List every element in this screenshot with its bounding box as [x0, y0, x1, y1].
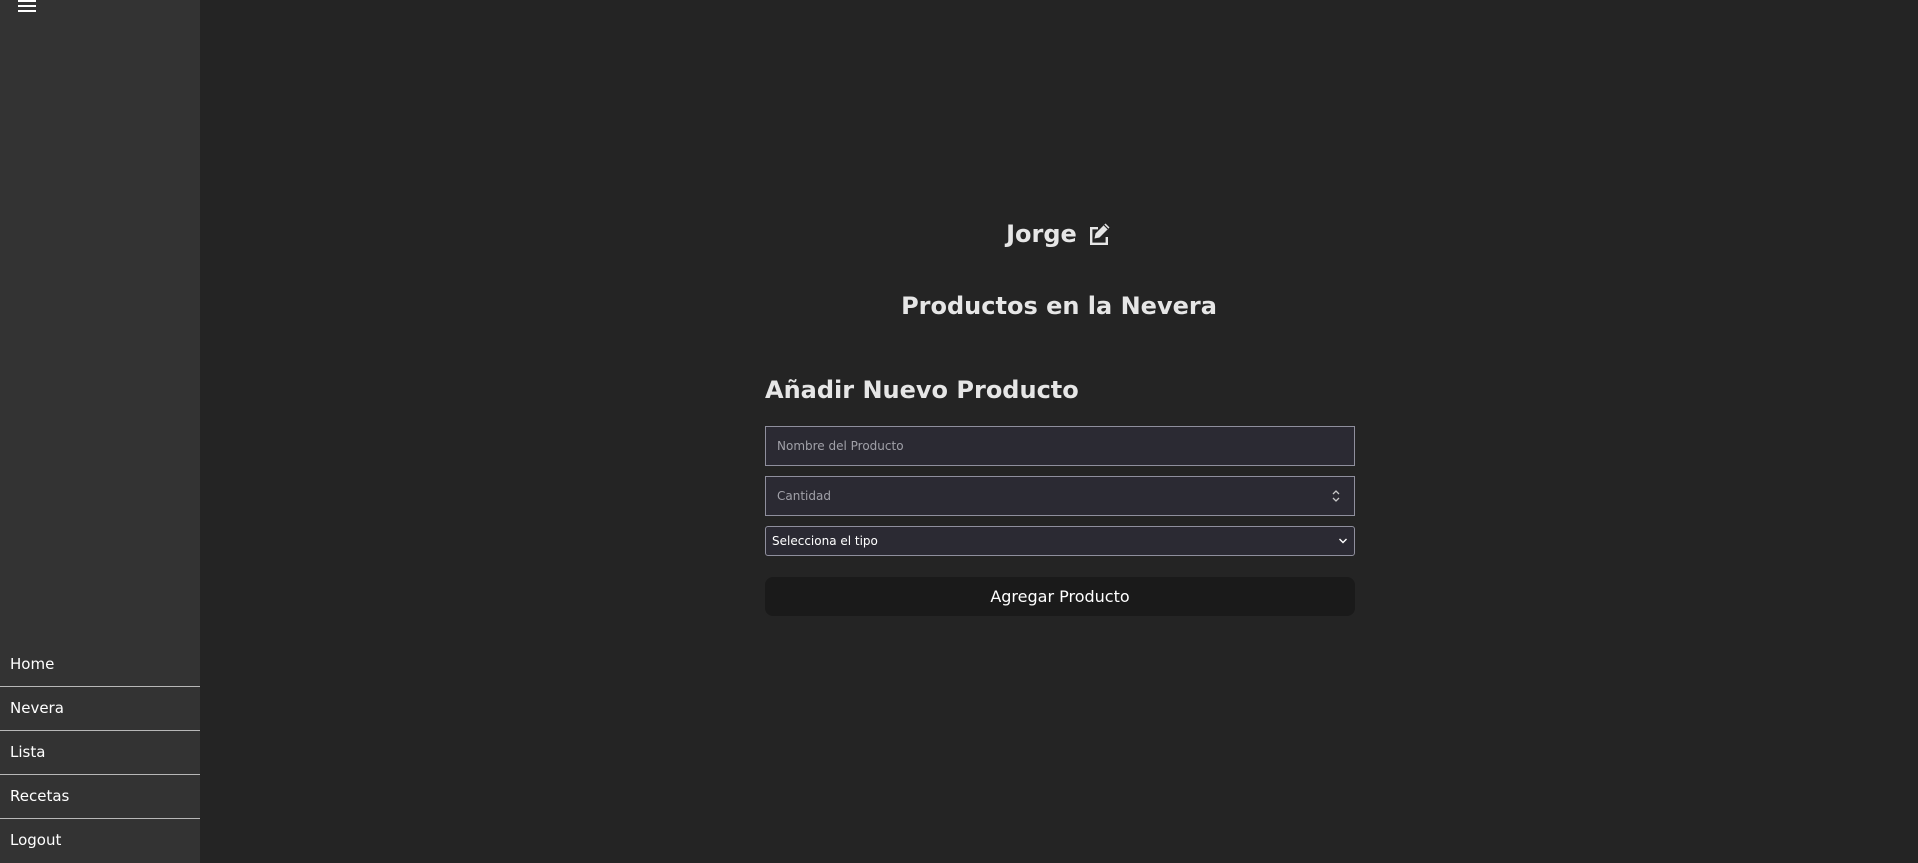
sidebar-item-lista[interactable]: Lista	[0, 731, 200, 775]
product-name-input[interactable]	[765, 426, 1355, 466]
sidebar-item-home[interactable]: Home	[0, 643, 200, 687]
main-content: Jorge Productos en la Nevera Añadir Nuev…	[200, 0, 1918, 863]
add-product-button[interactable]: Agregar Producto	[765, 577, 1355, 616]
section-title: Productos en la Nevera	[901, 292, 1217, 320]
sidebar-nav: Home Nevera Lista Recetas Logout	[0, 643, 200, 863]
hamburger-icon[interactable]	[14, 0, 40, 17]
hamburger-line	[18, 10, 36, 12]
product-name-wrap	[765, 426, 1355, 466]
edit-icon[interactable]	[1086, 221, 1112, 247]
edit-icon-graphic	[1089, 223, 1110, 245]
user-name: Jorge	[1006, 220, 1077, 248]
hamburger-line	[18, 0, 36, 2]
quantity-wrap	[765, 476, 1355, 516]
type-select[interactable]: Selecciona el tipo	[765, 526, 1355, 556]
add-product-form: Añadir Nuevo Producto Selecciona el tipo…	[765, 372, 1355, 616]
form-title: Añadir Nuevo Producto	[765, 376, 1079, 404]
user-header: Jorge	[200, 220, 1918, 256]
chevron-down-icon	[1339, 538, 1347, 544]
app-root: Home Nevera Lista Recetas Logout Jorge P…	[0, 0, 1918, 863]
sidebar-item-nevera[interactable]: Nevera	[0, 687, 200, 731]
hamburger-line	[18, 5, 36, 7]
sidebar-item-recetas[interactable]: Recetas	[0, 775, 200, 819]
sidebar-item-logout[interactable]: Logout	[0, 819, 200, 863]
sidebar: Home Nevera Lista Recetas Logout	[0, 0, 200, 863]
quantity-input[interactable]	[765, 476, 1355, 516]
quantity-stepper-icon[interactable]	[1331, 487, 1341, 505]
type-select-value: Selecciona el tipo	[772, 534, 878, 548]
